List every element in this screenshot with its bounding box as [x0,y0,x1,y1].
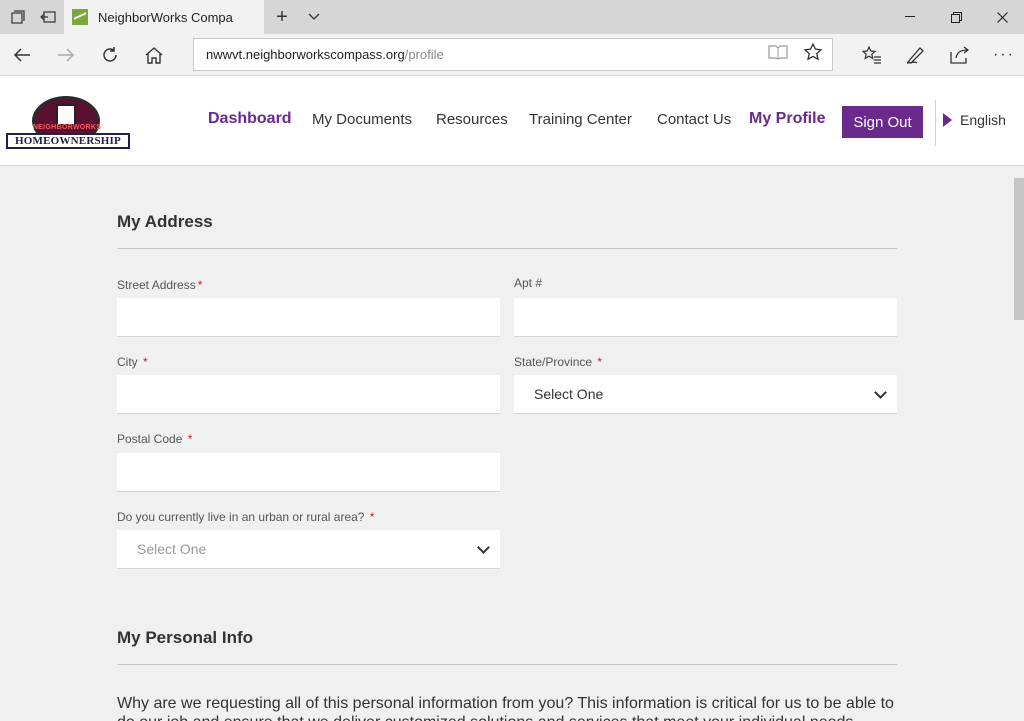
apt-input[interactable] [514,298,897,337]
active-tab[interactable]: NeighborWorks Compa [64,0,264,34]
site-header: NEIGHBORWORKS HOMEOWNERSHIP Dashboard My… [0,76,1024,166]
section-divider [117,664,897,665]
minimize-icon[interactable] [887,0,933,34]
url-host: nwwvt.neighborworkscompass.org [206,47,405,62]
chevron-down-icon [477,541,490,554]
refresh-icon[interactable] [90,34,130,76]
sign-out-button[interactable]: Sign Out [842,106,923,138]
state-label: State/Province * [514,355,603,369]
urban-rural-select-value: Select One [137,541,207,557]
language-divider [935,100,936,146]
notes-pen-icon[interactable] [896,34,936,76]
chevron-down-icon [874,386,887,399]
street-address-input[interactable] [117,298,500,337]
nav-dashboard[interactable]: Dashboard [208,110,292,128]
language-selector[interactable]: English [943,112,1006,128]
postal-code-input[interactable] [117,453,500,492]
personal-info-intro: Why are we requesting all of this person… [117,695,894,721]
urban-rural-label: Do you currently live in an urban or rur… [117,510,375,524]
state-select[interactable]: Select One [514,375,897,414]
nav-resources[interactable]: Resources [436,111,508,128]
section-divider [117,248,897,249]
logo-top-text: NEIGHBORWORKS [32,124,102,131]
tab-title: NeighborWorks Compa [98,9,233,25]
browser-toolbar: nwwvt.neighborworkscompass.org/profile ·… [0,34,1024,76]
logo-band-text: HOMEOWNERSHIP [15,135,121,147]
favorite-star-icon[interactable] [803,42,823,66]
state-select-value: Select One [534,386,604,402]
page-scrollbar-thumb[interactable] [1014,178,1024,320]
reading-view-icon[interactable] [768,44,788,65]
favorites-hub-icon[interactable] [852,34,892,76]
tab-back-icon[interactable] [36,0,60,34]
nav-training-center[interactable]: Training Center [529,111,632,128]
url-path: /profile [404,47,444,62]
tab-list-icon[interactable] [6,0,30,34]
nav-my-documents[interactable]: My Documents [312,111,412,128]
postal-code-label: Postal Code * [117,432,193,446]
back-icon[interactable] [2,34,42,76]
urban-rural-select[interactable]: Select One [117,530,500,569]
close-icon[interactable] [979,0,1024,34]
more-icon[interactable]: ··· [984,34,1024,76]
my-personal-info-heading: My Personal Info [117,628,254,647]
language-label: English [960,112,1006,128]
forward-icon[interactable] [46,34,86,76]
browser-tab-bar: NeighborWorks Compa + [0,0,1024,34]
apt-label: Apt # [514,276,543,290]
address-bar[interactable]: nwwvt.neighborworkscompass.org/profile [193,38,833,71]
city-input[interactable] [117,375,500,414]
restore-icon[interactable] [933,0,979,34]
share-icon[interactable] [940,34,980,76]
city-label: City * [117,355,148,369]
home-icon[interactable] [134,34,174,76]
new-tab-icon[interactable]: + [270,0,294,34]
tab-dropdown-icon[interactable] [302,0,326,34]
neighborworks-homeownership-logo[interactable]: NEIGHBORWORKS HOMEOWNERSHIP [6,96,132,154]
nav-contact-us[interactable]: Contact Us [657,111,731,128]
nav-my-profile[interactable]: My Profile [749,110,825,128]
language-caret-icon [943,113,952,127]
logo-band: HOMEOWNERSHIP [6,133,130,149]
logo-house-icon [56,104,76,126]
street-address-label: Street Address * [117,278,203,292]
site-favicon [72,9,88,25]
my-address-heading: My Address [117,212,213,231]
